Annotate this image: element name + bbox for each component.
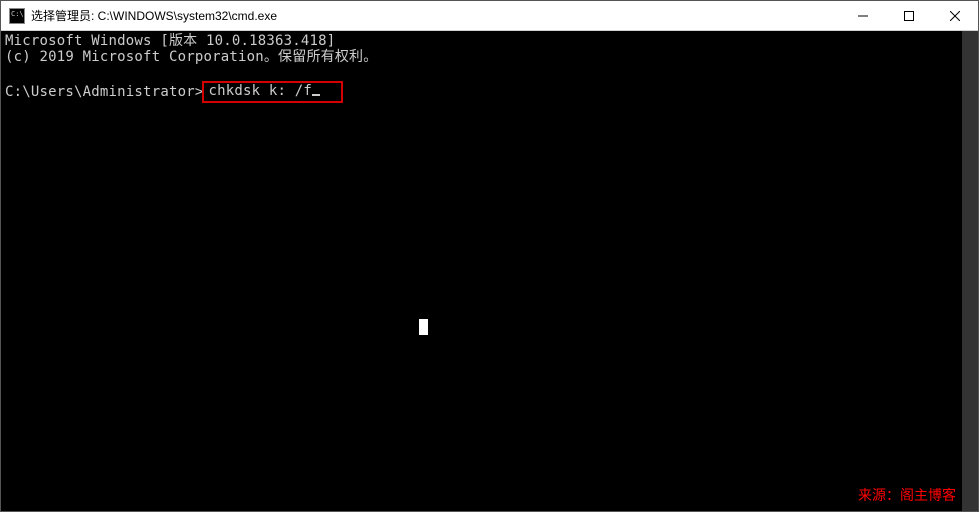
window-controls xyxy=(840,1,978,30)
block-cursor xyxy=(419,319,428,335)
terminal-area[interactable]: Microsoft Windows [版本 10.0.18363.418] (c… xyxy=(1,31,978,511)
minimize-button[interactable] xyxy=(840,1,886,30)
terminal-blank-line xyxy=(5,65,974,81)
maximize-button[interactable] xyxy=(886,1,932,30)
titlebar[interactable]: 选择管理员: C:\WINDOWS\system32\cmd.exe xyxy=(1,1,978,31)
watermark-text: 来源：阁主博客 xyxy=(858,489,956,505)
scrollbar-thumb[interactable] xyxy=(962,31,978,511)
cmd-window: 选择管理员: C:\WINDOWS\system32\cmd.exe Micro… xyxy=(0,0,979,512)
terminal-output-line: (c) 2019 Microsoft Corporation。保留所有权利。 xyxy=(5,49,974,65)
minimize-icon xyxy=(858,11,868,21)
command-text: chkdsk k: /f xyxy=(208,83,312,99)
terminal-output-line: Microsoft Windows [版本 10.0.18363.418] xyxy=(5,33,974,49)
scrollbar-track[interactable] xyxy=(962,31,978,511)
maximize-icon xyxy=(904,11,914,21)
cmd-icon xyxy=(9,8,25,24)
terminal-prompt-line: C:\Users\Administrator> chkdsk k: /f xyxy=(5,81,974,103)
close-icon xyxy=(950,11,960,21)
prompt-text: C:\Users\Administrator> xyxy=(5,84,203,100)
close-button[interactable] xyxy=(932,1,978,30)
window-title: 选择管理员: C:\WINDOWS\system32\cmd.exe xyxy=(31,7,840,24)
text-cursor xyxy=(312,94,320,96)
command-highlight-box: chkdsk k: /f xyxy=(202,81,343,103)
